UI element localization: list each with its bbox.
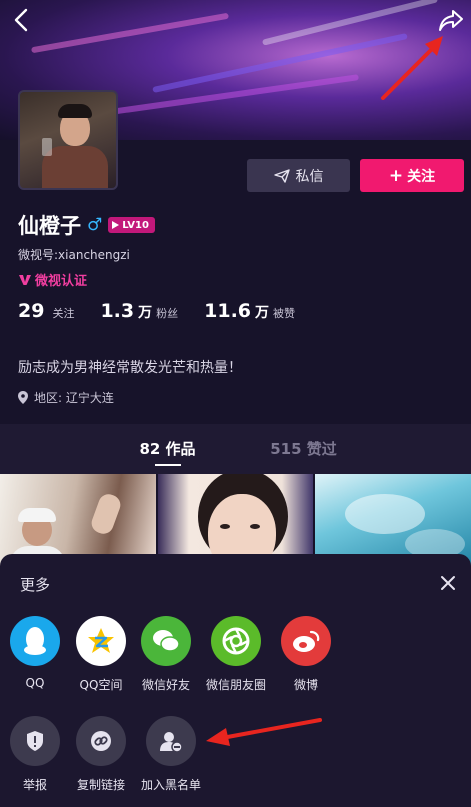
weibo-icon [281, 616, 331, 666]
stat-unit: 万 [255, 305, 270, 321]
username: 仙橙子 [18, 214, 81, 238]
message-label: 私信 [295, 168, 324, 185]
location-text: 地区: 辽宁大连 [34, 391, 114, 405]
tab-liked[interactable]: 515 赞过 [236, 424, 372, 474]
report-button[interactable]: 举报 [5, 716, 65, 793]
share-label: QQ [25, 676, 45, 690]
more-bottom-sheet: 更多 QQ QQ空间 微信好友 微信朋友圈 微博 举报 复制链接 加入黑名单 [0, 554, 471, 807]
stat-label: 粉丝 [156, 307, 179, 320]
name-row: 仙橙子 ♂ LV10 [18, 210, 155, 240]
sheet-title: 更多 [20, 576, 51, 594]
location: 地区: 辽宁大连 [18, 389, 114, 406]
level-badge: LV10 [108, 217, 155, 233]
tab-count: 515 [270, 440, 302, 458]
follow-label: 关注 [407, 168, 436, 185]
wechat-icon [141, 616, 191, 666]
stat-number: 11.6 [204, 300, 252, 322]
verified-label: 微视认证 [35, 274, 88, 289]
stat-number: 29 [18, 300, 45, 322]
qzone-star-icon [76, 616, 126, 666]
stat-fans[interactable]: 1.3 万 粉丝 [100, 300, 178, 322]
level-text: LV10 [122, 219, 149, 231]
stat-number: 1.3 [100, 300, 135, 322]
location-pin-icon [18, 391, 28, 404]
stat-unit: 万 [138, 305, 153, 321]
tab-label: 作品 [165, 440, 196, 458]
report-shield-icon [10, 716, 60, 766]
stat-label: 关注 [52, 307, 75, 320]
stat-label: 被赞 [273, 307, 296, 320]
share-label: 微信朋友圈 [206, 678, 267, 692]
play-triangle-icon [112, 221, 120, 229]
share-label: 微信好友 [141, 678, 190, 692]
avatar[interactable] [18, 90, 118, 190]
tab-works[interactable]: 82 作品 [100, 424, 236, 474]
bio-text: 励志成为男神经常散发光芒和热量！ [18, 360, 242, 376]
plus-icon: + [388, 165, 404, 186]
share-moments[interactable]: 微信朋友圈 [206, 616, 266, 693]
close-icon[interactable] [439, 574, 457, 592]
block-user-icon [146, 716, 196, 766]
stat-following[interactable]: 29 关注 [18, 300, 74, 322]
qq-penguin-icon [10, 616, 60, 666]
paper-plane-icon [273, 168, 290, 183]
share-label: QQ空间 [79, 678, 123, 692]
action-label: 举报 [22, 778, 47, 792]
back-chevron-icon[interactable] [8, 6, 36, 34]
annotation-arrow-bottom [206, 718, 322, 746]
tab-label: 赞过 [306, 440, 337, 458]
copy-link-icon [76, 716, 126, 766]
stat-likes[interactable]: 11.6 万 被赞 [204, 300, 295, 322]
share-weibo[interactable]: 微博 [276, 616, 336, 693]
verified-badge: 微视认证 [18, 270, 87, 289]
copy-link-button[interactable]: 复制链接 [71, 716, 131, 793]
verified-v-icon [19, 274, 31, 285]
action-label: 复制链接 [76, 778, 125, 792]
male-gender-icon: ♂ [87, 215, 103, 235]
share-qzone[interactable]: QQ空间 [71, 616, 131, 693]
blacklist-button[interactable]: 加入黑名单 [141, 716, 201, 793]
annotation-arrow-top [381, 36, 443, 100]
weishi-id: 微视号:xianchengzi [18, 248, 130, 262]
message-button[interactable]: 私信 [247, 159, 350, 192]
tab-count: 82 [139, 440, 161, 458]
content-tabs: 82 作品 515 赞过 [0, 424, 471, 474]
action-label: 加入黑名单 [141, 778, 202, 792]
stats-row: 29 关注 1.3 万 粉丝 11.6 万 被赞 [18, 300, 295, 322]
share-wechat[interactable]: 微信好友 [136, 616, 196, 693]
follow-button[interactable]: + 关注 [360, 159, 464, 192]
share-label: 微博 [293, 678, 318, 692]
share-qq[interactable]: QQ [5, 616, 65, 690]
moments-aperture-icon [211, 616, 261, 666]
